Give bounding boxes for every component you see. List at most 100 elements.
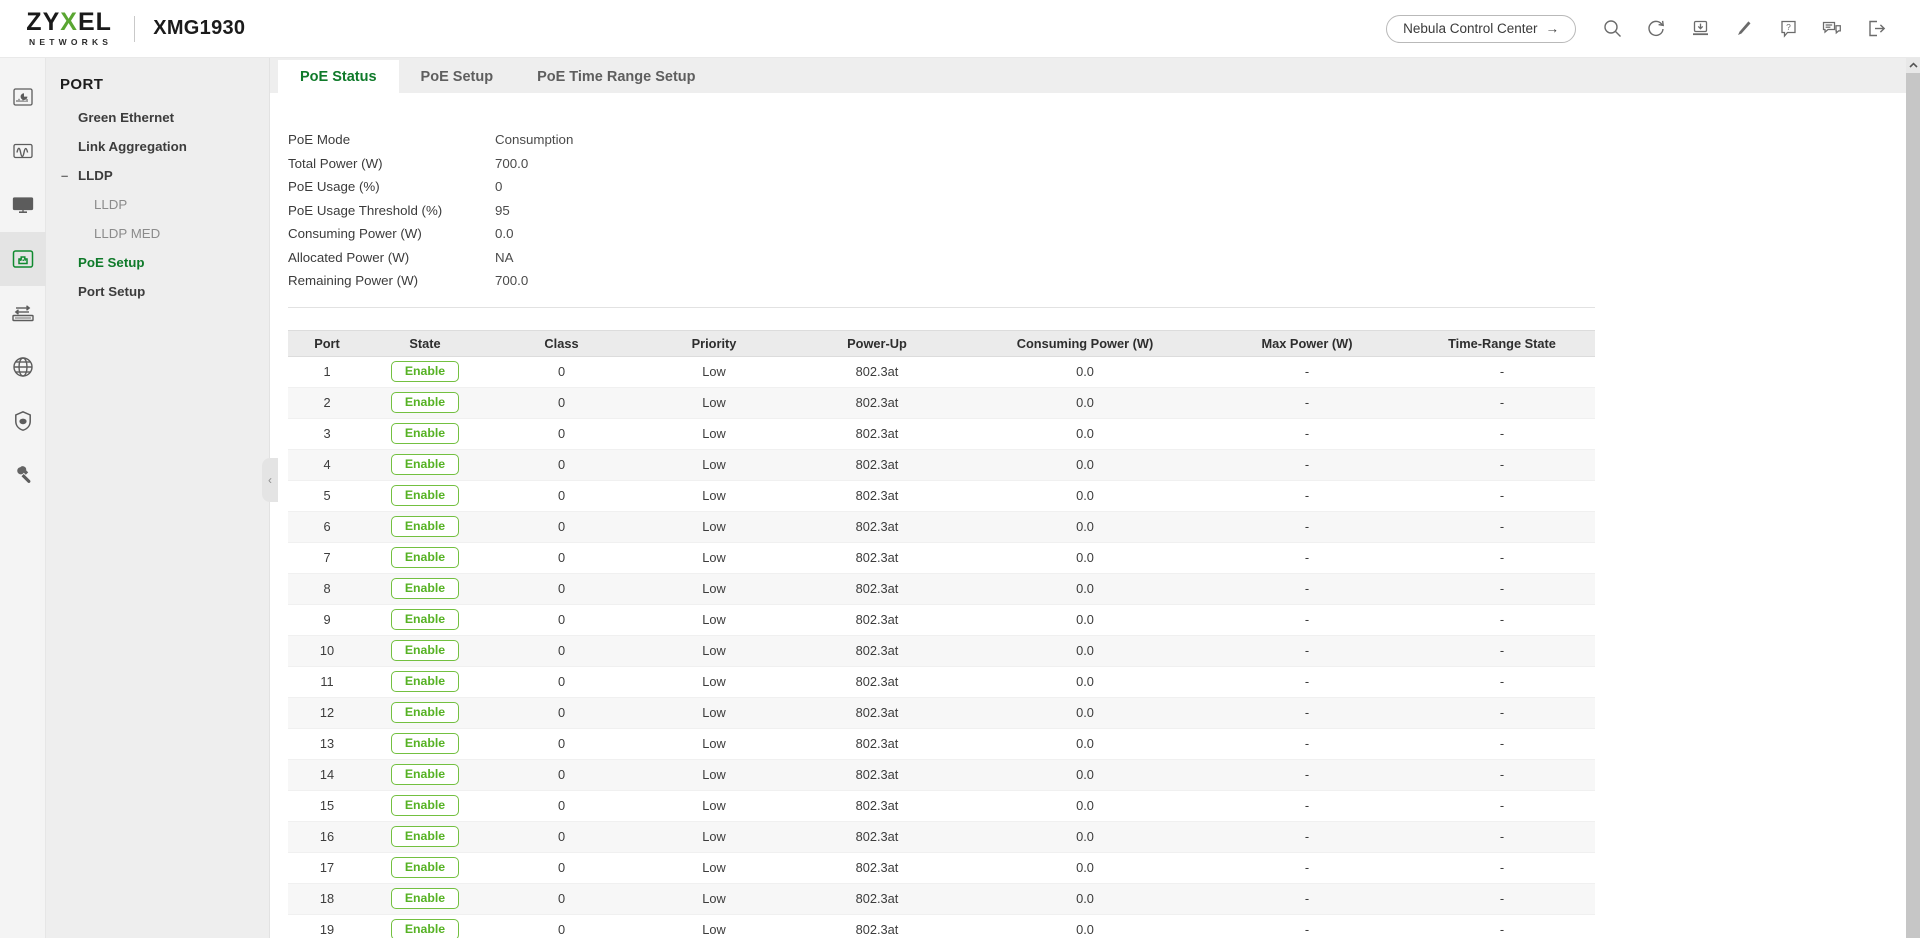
rail-item-dashboard[interactable]: [0, 70, 46, 124]
column-header-port: Port: [288, 330, 366, 356]
tab-poe-time-range-setup[interactable]: PoE Time Range Setup: [515, 60, 717, 93]
cell-class: 0: [484, 728, 639, 759]
sidebar-item-lldp[interactable]: LLDP: [46, 190, 269, 219]
sidebar-item-poe-setup[interactable]: PoE Setup: [46, 248, 269, 277]
state-toggle-button[interactable]: Enable: [391, 764, 459, 785]
cell-port: 8: [288, 573, 366, 604]
cell-port: 12: [288, 697, 366, 728]
column-header-max-power: Max Power (W): [1205, 330, 1409, 356]
rail-item-maintenance[interactable]: [0, 448, 46, 502]
summary-divider: [288, 307, 1595, 308]
cell-port: 13: [288, 728, 366, 759]
state-toggle-button[interactable]: Enable: [391, 795, 459, 816]
table-row: 1Enable0Low802.3at0.0--: [288, 356, 1595, 387]
state-toggle-button[interactable]: Enable: [391, 485, 459, 506]
logout-icon[interactable]: [1854, 9, 1898, 49]
state-toggle-button[interactable]: Enable: [391, 578, 459, 599]
locator-led-icon[interactable]: [1722, 9, 1766, 49]
rail-item-switching[interactable]: [0, 286, 46, 340]
main-content: PoE Status PoE Setup PoE Time Range Setu…: [270, 58, 1906, 938]
cell-port: 18: [288, 883, 366, 914]
state-toggle-button[interactable]: Enable: [391, 392, 459, 413]
ncc-label: Nebula Control Center: [1403, 21, 1537, 36]
summary-value: NA: [495, 246, 513, 270]
state-toggle-button[interactable]: Enable: [391, 702, 459, 723]
cell-power-up: 802.3at: [789, 418, 965, 449]
summary-value: Consumption: [495, 128, 573, 152]
vertical-scrollbar-thumb[interactable]: [1906, 73, 1920, 938]
state-toggle-button[interactable]: Enable: [391, 516, 459, 537]
rail-item-networking[interactable]: [0, 340, 46, 394]
table-row: 10Enable0Low802.3at0.0--: [288, 635, 1595, 666]
table-row: 8Enable0Low802.3at0.0--: [288, 573, 1595, 604]
cell-time-range-state: -: [1409, 697, 1595, 728]
brand-divider: [134, 16, 135, 42]
nebula-control-center-button[interactable]: Nebula Control Center →: [1386, 15, 1576, 43]
rail-item-security[interactable]: [0, 394, 46, 448]
sidebar-item-label: Link Aggregation: [78, 139, 187, 154]
cell-state: Enable: [366, 635, 484, 666]
cell-priority: Low: [639, 449, 789, 480]
state-toggle-button[interactable]: Enable: [391, 888, 459, 909]
cell-class: 0: [484, 759, 639, 790]
sidebar-item-link-aggregation[interactable]: Link Aggregation: [46, 132, 269, 161]
tab-poe-status[interactable]: PoE Status: [278, 60, 399, 93]
cell-state: Enable: [366, 821, 484, 852]
cell-power-up: 802.3at: [789, 759, 965, 790]
feedback-icon[interactable]: [1810, 9, 1854, 49]
cell-port: 19: [288, 914, 366, 938]
summary-row-poe-usage: PoE Usage (%) 0: [288, 175, 1588, 199]
cell-max-power: -: [1205, 418, 1409, 449]
refresh-icon[interactable]: [1634, 9, 1678, 49]
column-header-class: Class: [484, 330, 639, 356]
save-config-icon[interactable]: [1678, 9, 1722, 49]
sidebar-item-green-ethernet[interactable]: Green Ethernet: [46, 103, 269, 132]
table-row: 11Enable0Low802.3at0.0--: [288, 666, 1595, 697]
sidebar-item-lldp-med[interactable]: LLDP MED: [46, 219, 269, 248]
cell-port: 17: [288, 852, 366, 883]
column-header-state: State: [366, 330, 484, 356]
rail-item-system[interactable]: [0, 178, 46, 232]
cell-power-up: 802.3at: [789, 666, 965, 697]
rail-item-port[interactable]: [0, 232, 46, 286]
state-toggle-button[interactable]: Enable: [391, 547, 459, 568]
cell-class: 0: [484, 914, 639, 938]
sidebar-item-label: LLDP MED: [94, 226, 160, 241]
cell-time-range-state: -: [1409, 883, 1595, 914]
sidebar-item-lldp-group[interactable]: – LLDP: [46, 161, 269, 190]
icon-rail: [0, 58, 46, 938]
state-toggle-button[interactable]: Enable: [391, 454, 459, 475]
state-toggle-button[interactable]: Enable: [391, 361, 459, 382]
summary-key: Allocated Power (W): [288, 246, 495, 270]
state-toggle-button[interactable]: Enable: [391, 857, 459, 878]
brand-block: ZYXEL NETWORKS XMG1930: [0, 10, 245, 47]
cell-priority: Low: [639, 418, 789, 449]
tab-poe-setup[interactable]: PoE Setup: [399, 60, 516, 93]
state-toggle-button[interactable]: Enable: [391, 671, 459, 692]
rail-item-monitor[interactable]: [0, 124, 46, 178]
cell-state: Enable: [366, 449, 484, 480]
state-toggle-button[interactable]: Enable: [391, 733, 459, 754]
search-icon[interactable]: [1590, 9, 1634, 49]
cell-power-up: 802.3at: [789, 852, 965, 883]
cell-priority: Low: [639, 387, 789, 418]
cell-consuming-power: 0.0: [965, 883, 1205, 914]
cell-state: Enable: [366, 542, 484, 573]
cell-time-range-state: -: [1409, 914, 1595, 938]
sidebar-item-label: LLDP: [78, 168, 113, 183]
help-icon[interactable]: ?: [1766, 9, 1810, 49]
state-toggle-button[interactable]: Enable: [391, 423, 459, 444]
state-toggle-button[interactable]: Enable: [391, 609, 459, 630]
scroll-up-arrow-icon[interactable]: [1906, 58, 1920, 73]
state-toggle-button[interactable]: Enable: [391, 919, 459, 938]
cell-consuming-power: 0.0: [965, 356, 1205, 387]
sidebar-item-port-setup[interactable]: Port Setup: [46, 277, 269, 306]
sidebar-collapse-handle[interactable]: ‹: [262, 458, 278, 502]
cell-class: 0: [484, 573, 639, 604]
state-toggle-button[interactable]: Enable: [391, 640, 459, 661]
tab-label: PoE Status: [300, 69, 377, 85]
cell-consuming-power: 0.0: [965, 449, 1205, 480]
cell-class: 0: [484, 604, 639, 635]
state-toggle-button[interactable]: Enable: [391, 826, 459, 847]
header-actions: Nebula Control Center → ?: [1386, 9, 1920, 49]
